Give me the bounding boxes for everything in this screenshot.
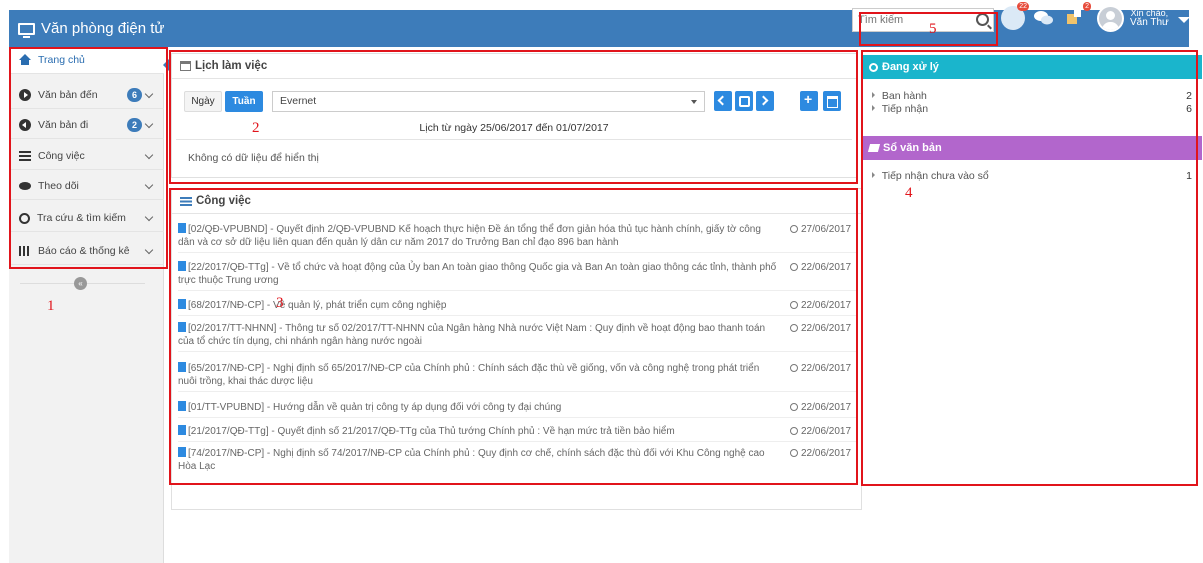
puzzle-icon[interactable]: 2 — [1063, 2, 1091, 30]
annotation-label-5: 5 — [929, 21, 937, 37]
annotation-box-3 — [169, 188, 858, 485]
notification-badge: 22 — [1017, 2, 1029, 11]
annotation-label-4: 4 — [905, 185, 913, 201]
app-brand[interactable]: Văn phòng điện tử — [18, 10, 164, 47]
chat-icon[interactable] — [1032, 6, 1056, 30]
annotation-box-1 — [9, 47, 168, 269]
annotation-label-1: 1 — [47, 298, 55, 314]
caret-down-icon[interactable] — [1178, 17, 1190, 23]
annotation-label-2: 2 — [252, 120, 260, 136]
annotation-label-3: 3 — [276, 295, 284, 311]
app-title: Văn phòng điện tử — [41, 20, 165, 37]
user-name: Văn Thư — [1130, 17, 1169, 28]
avatar[interactable] — [1097, 5, 1124, 32]
user-greeting[interactable]: Xin chào, Văn Thư — [1130, 8, 1169, 28]
annotation-box-2 — [169, 50, 858, 184]
chevron-left-icon[interactable]: « — [74, 277, 87, 290]
notification-badge: 2 — [1083, 2, 1091, 11]
annotation-box-4 — [861, 50, 1198, 486]
globe-icon[interactable]: 22 — [1001, 2, 1029, 30]
monitor-icon — [18, 22, 35, 38]
